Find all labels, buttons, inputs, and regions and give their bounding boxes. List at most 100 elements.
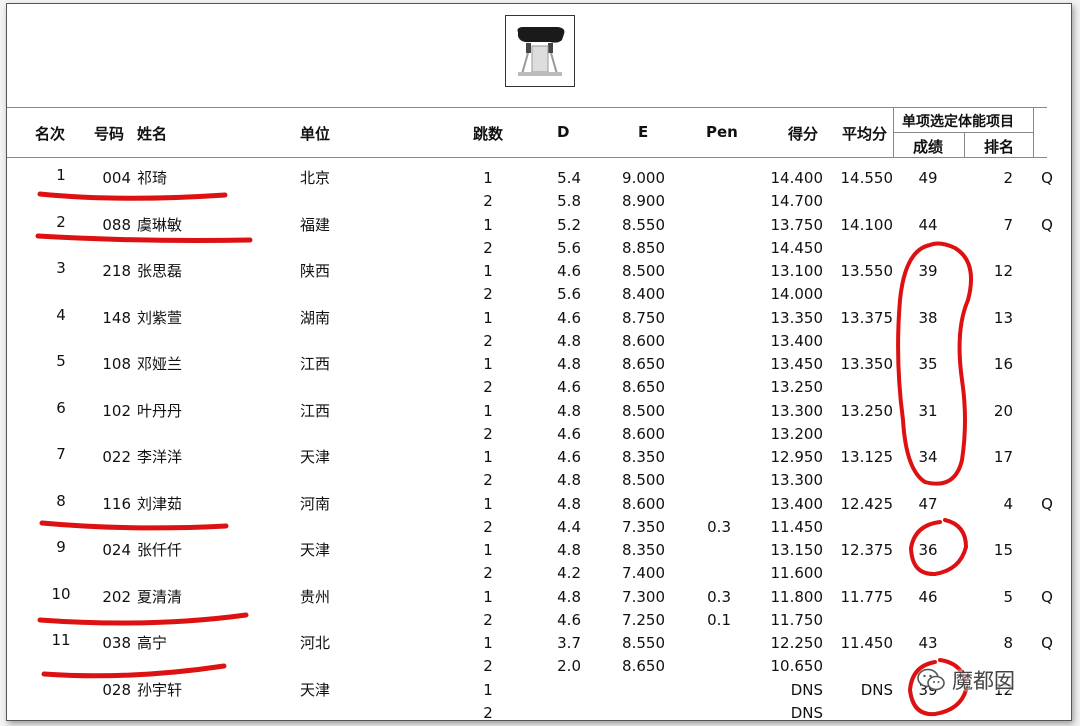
table-row: 2 4.6 8.650 13.250 xyxy=(7,376,1071,399)
d-score-cell: 4.6 xyxy=(557,424,581,443)
e-score-cell: 7.300 xyxy=(622,587,665,606)
vault-table-icon xyxy=(505,15,575,87)
fitness-score-cell: 36 xyxy=(918,541,938,559)
jump-number-cell: 1 xyxy=(483,634,493,652)
fitness-score-cell: 35 xyxy=(918,355,938,373)
table-row: 2 4.2 7.400 11.600 xyxy=(7,562,1071,585)
fitness-rank-cell: 17 xyxy=(993,448,1013,466)
rank-cell: 10 xyxy=(51,584,71,603)
table-row: 2 088 虞琳敏 福建 14.100 44 7 Q 1 5.2 8.550 13.750 xyxy=(7,213,1071,237)
rank-cell: 1 xyxy=(56,166,66,184)
watermark-text: 魔都囡 xyxy=(952,669,1015,693)
d-score-cell: 4.4 xyxy=(557,517,581,536)
bib-cell: 148 xyxy=(102,308,131,327)
d-score-cell: 4.8 xyxy=(557,494,581,513)
unit-cell: 贵州 xyxy=(300,587,331,606)
athlete-name-cell: 李洋洋 xyxy=(137,448,183,466)
d-score-cell: 4.6 xyxy=(557,308,581,327)
average-score-cell: 13.250 xyxy=(840,401,894,420)
penalty-cell: 0.1 xyxy=(707,610,731,629)
e-score-cell: 8.550 xyxy=(622,634,665,652)
table-row: 9 024 张仟仟 天津 12.375 36 15 1 4.8 8.350 13.150 xyxy=(7,538,1071,562)
jump-score-cell: 14.400 xyxy=(770,169,824,187)
table-row: 2 5.6 8.400 14.000 xyxy=(7,283,1071,306)
jump-score-cell: 11.450 xyxy=(770,517,824,536)
bib-cell: 108 xyxy=(102,355,131,373)
d-score-cell: 2.0 xyxy=(557,657,581,676)
fitness-rank-cell: 13 xyxy=(993,308,1013,327)
jump-score-cell: 13.300 xyxy=(770,471,824,490)
jump-score-cell: 11.800 xyxy=(770,587,824,606)
bib-cell: 102 xyxy=(102,401,131,420)
rank-cell: 6 xyxy=(56,398,66,417)
jump-score-cell: 13.350 xyxy=(770,308,824,327)
jump-number-cell: 2 xyxy=(483,424,493,443)
table-row: 7 022 李洋洋 天津 13.125 34 17 1 4.6 8.350 12.950 xyxy=(7,445,1071,469)
d-score-cell: 5.6 xyxy=(557,238,581,257)
jump-score-cell: 11.750 xyxy=(770,610,824,629)
jump-number-cell: 1 xyxy=(483,494,493,513)
unit-cell: 河南 xyxy=(300,494,331,513)
wechat-icon xyxy=(917,668,945,691)
d-score-cell: 4.8 xyxy=(557,355,581,373)
qualified-flag-cell: Q xyxy=(1041,494,1053,513)
unit-cell: 江西 xyxy=(300,401,331,420)
jump-score-cell: 13.750 xyxy=(770,215,824,234)
average-score-cell: 13.350 xyxy=(840,355,894,373)
qualified-flag-cell: Q xyxy=(1041,169,1053,187)
e-score-cell: 9.000 xyxy=(622,169,665,187)
e-score-cell: 8.500 xyxy=(622,471,665,490)
table-row: 1 004 祁琦 北京 14.550 49 2 Q 1 5.4 9.000 14.400 xyxy=(7,166,1071,190)
jump-score-cell: DNS xyxy=(790,703,823,721)
average-score-cell: 11.775 xyxy=(840,587,894,606)
athlete-name-cell: 邓娅兰 xyxy=(137,355,183,373)
table-row: 5 108 邓娅兰 江西 13.350 35 16 1 4.8 8.650 13.450 xyxy=(7,352,1071,376)
table-row: 6 102 叶丹丹 江西 13.250 31 20 1 4.8 8.500 13.300 xyxy=(7,398,1071,423)
fitness-rank-cell: 5 xyxy=(1003,587,1013,606)
unit-cell: 江西 xyxy=(300,355,331,373)
jump-score-cell: 10.650 xyxy=(770,657,824,676)
jump-number-cell: 1 xyxy=(483,448,493,466)
rank-cell: 3 xyxy=(56,259,66,277)
d-score-cell: 4.6 xyxy=(557,262,581,280)
header-pen: Pen xyxy=(706,123,738,141)
fitness-score-cell: 49 xyxy=(918,169,938,187)
d-score-cell: 4.2 xyxy=(557,564,581,583)
d-score-cell: 4.8 xyxy=(557,471,581,490)
athlete-name-cell: 夏清清 xyxy=(137,587,183,606)
header-unit: 单位 xyxy=(300,125,331,143)
athlete-name-cell: 叶丹丹 xyxy=(137,401,183,420)
athlete-name-cell: 张仟仟 xyxy=(137,541,183,559)
jump-score-cell: 14.700 xyxy=(770,192,824,211)
fitness-rank-cell: 16 xyxy=(993,355,1013,373)
table-row: 2 5.8 8.900 14.700 xyxy=(7,190,1071,213)
fitness-rank-cell: 8 xyxy=(1003,634,1013,652)
average-score-cell: DNS xyxy=(860,680,893,699)
d-score-cell: 4.6 xyxy=(557,378,581,397)
jump-score-cell: 12.950 xyxy=(770,448,824,466)
e-score-cell: 8.900 xyxy=(622,192,665,211)
average-score-cell: 13.125 xyxy=(840,448,894,466)
rank-cell: 8 xyxy=(56,491,66,510)
header-fitness-score: 成绩 xyxy=(913,138,944,156)
jump-number-cell: 1 xyxy=(483,355,493,373)
jump-score-cell: 12.250 xyxy=(770,634,824,652)
fitness-score-cell: 38 xyxy=(918,308,938,327)
fitness-rank-cell: 7 xyxy=(1003,215,1013,234)
jump-number-cell: 1 xyxy=(483,215,493,234)
header-fitness-rank: 排名 xyxy=(984,138,1015,156)
table-row: 10 202 夏清清 贵州 11.775 46 5 Q 1 4.8 7.300 0.3 11.800 xyxy=(7,584,1071,609)
d-score-cell: 4.8 xyxy=(557,401,581,420)
jump-score-cell: 13.300 xyxy=(770,401,824,420)
qualified-flag-cell: Q xyxy=(1041,215,1053,234)
table-row: 8 116 刘津茹 河南 12.425 47 4 Q 1 4.8 8.600 13.400 xyxy=(7,491,1071,516)
fitness-score-cell: 31 xyxy=(918,401,938,420)
jump-number-cell: 1 xyxy=(483,680,493,699)
table-row: 2 4.4 7.350 0.3 11.450 xyxy=(7,516,1071,539)
header-fitness: 单项选定体能项目 xyxy=(902,114,1014,130)
rank-cell: 11 xyxy=(51,631,71,649)
jump-number-cell: 1 xyxy=(483,169,493,187)
table-row: 028 孙宇轩 天津 DNS 39 12 1 DNS xyxy=(7,679,1071,702)
fitness-score-cell: 39 xyxy=(918,262,938,280)
qualified-flag-cell: Q xyxy=(1041,587,1053,606)
